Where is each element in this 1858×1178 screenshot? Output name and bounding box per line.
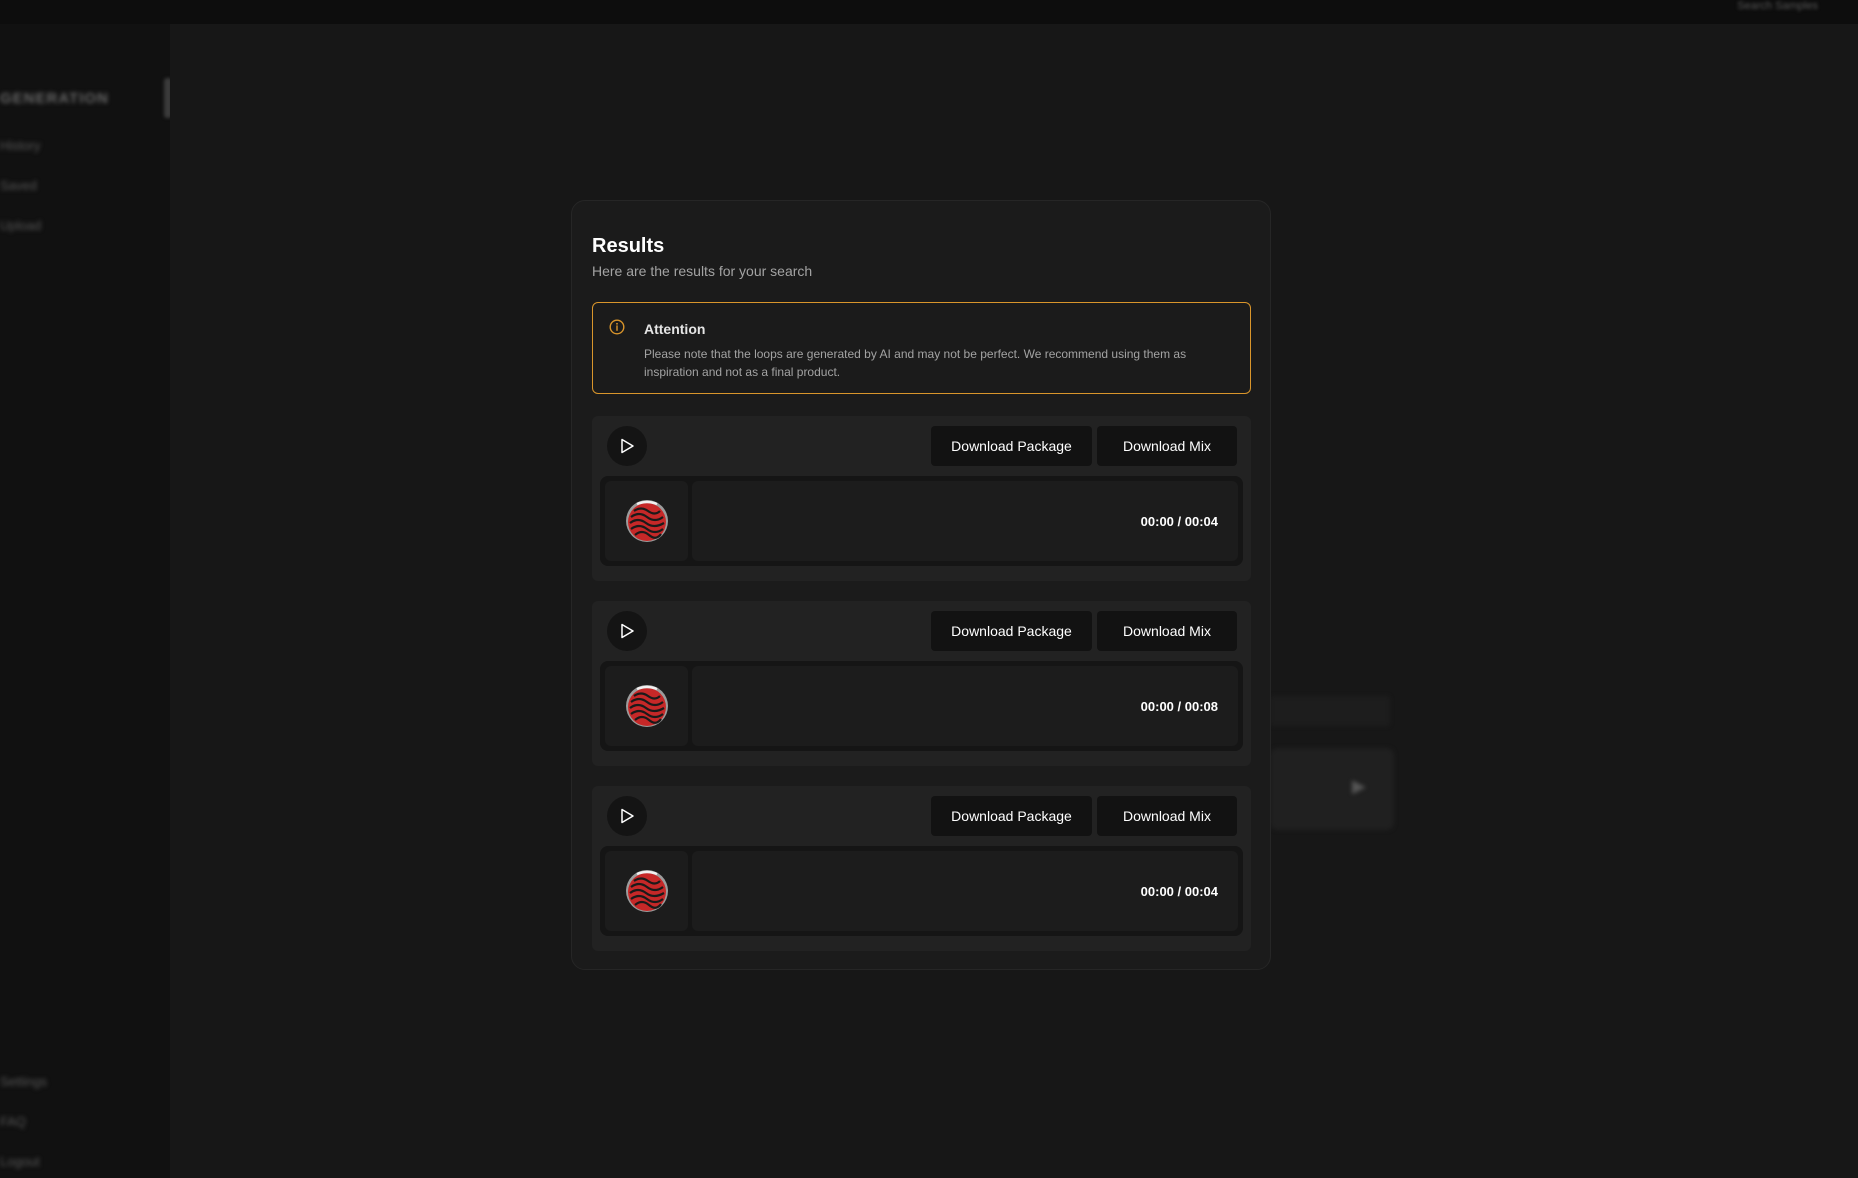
download-package-button[interactable]: Download Package (931, 796, 1092, 836)
cover-art-frame (605, 851, 688, 931)
dialog-title: Results (592, 235, 665, 257)
result-card: Download Package Download Mix 00:00 / 00… (592, 601, 1251, 766)
alert-title: Attention (644, 321, 706, 337)
brand-logo: GENERATION (0, 90, 109, 107)
attention-alert: Attention Please note that the loops are… (592, 302, 1251, 394)
sidebar-item-history[interactable]: History (0, 138, 40, 153)
search-samples-link[interactable]: Search Samples (1737, 0, 1818, 12)
result-card: Download Package Download Mix 00:00 / 00… (592, 786, 1251, 951)
download-mix-button[interactable]: Download Mix (1097, 426, 1237, 466)
play-button[interactable] (607, 796, 647, 836)
download-mix-button[interactable]: Download Mix (1097, 796, 1237, 836)
waveform-track[interactable]: 00:00 / 00:04 (692, 851, 1238, 931)
cover-art-image (626, 870, 668, 912)
audio-player: 00:00 / 00:04 (600, 476, 1243, 566)
sidebar-item-upload[interactable]: Upload (0, 218, 41, 233)
background-play-icon: ▶ (1352, 776, 1366, 796)
play-icon (621, 808, 634, 824)
info-circle-icon (609, 319, 625, 335)
results-dialog: Results Here are the results for your se… (571, 200, 1271, 970)
sidebar-item-logout[interactable]: Logout (0, 1154, 40, 1169)
play-button[interactable] (607, 611, 647, 651)
waveform-track[interactable]: 00:00 / 00:08 (692, 666, 1238, 746)
play-button[interactable] (607, 426, 647, 466)
playback-time: 00:00 / 00:04 (1140, 514, 1218, 529)
cover-art-frame (605, 481, 688, 561)
cover-art-image (626, 685, 668, 727)
audio-player: 00:00 / 00:04 (600, 846, 1243, 936)
background-bar (1270, 696, 1390, 726)
dialog-subtitle: Here are the results for your search (592, 263, 813, 279)
result-card: Download Package Download Mix 00:00 / 00… (592, 416, 1251, 581)
playback-time: 00:00 / 00:08 (1140, 699, 1218, 714)
alert-text: Please note that the loops are generated… (644, 347, 1187, 379)
top-bar: Search Samples (0, 0, 1858, 24)
cover-art-frame (605, 666, 688, 746)
audio-player: 00:00 / 00:08 (600, 661, 1243, 751)
cover-art-image (626, 500, 668, 542)
download-mix-button[interactable]: Download Mix (1097, 611, 1237, 651)
background-card (1270, 748, 1394, 830)
sidebar: GENERATION History Saved Upload Settings… (0, 24, 172, 1178)
sidebar-item-settings[interactable]: Settings (0, 1074, 47, 1089)
play-icon (621, 438, 634, 454)
sidebar-item-faq[interactable]: FAQ (0, 1114, 26, 1129)
download-package-button[interactable]: Download Package (931, 426, 1092, 466)
sidebar-item-saved[interactable]: Saved (0, 178, 37, 193)
waveform-track[interactable]: 00:00 / 00:04 (692, 481, 1238, 561)
play-icon (621, 623, 634, 639)
playback-time: 00:00 / 00:04 (1140, 884, 1218, 899)
download-package-button[interactable]: Download Package (931, 611, 1092, 651)
